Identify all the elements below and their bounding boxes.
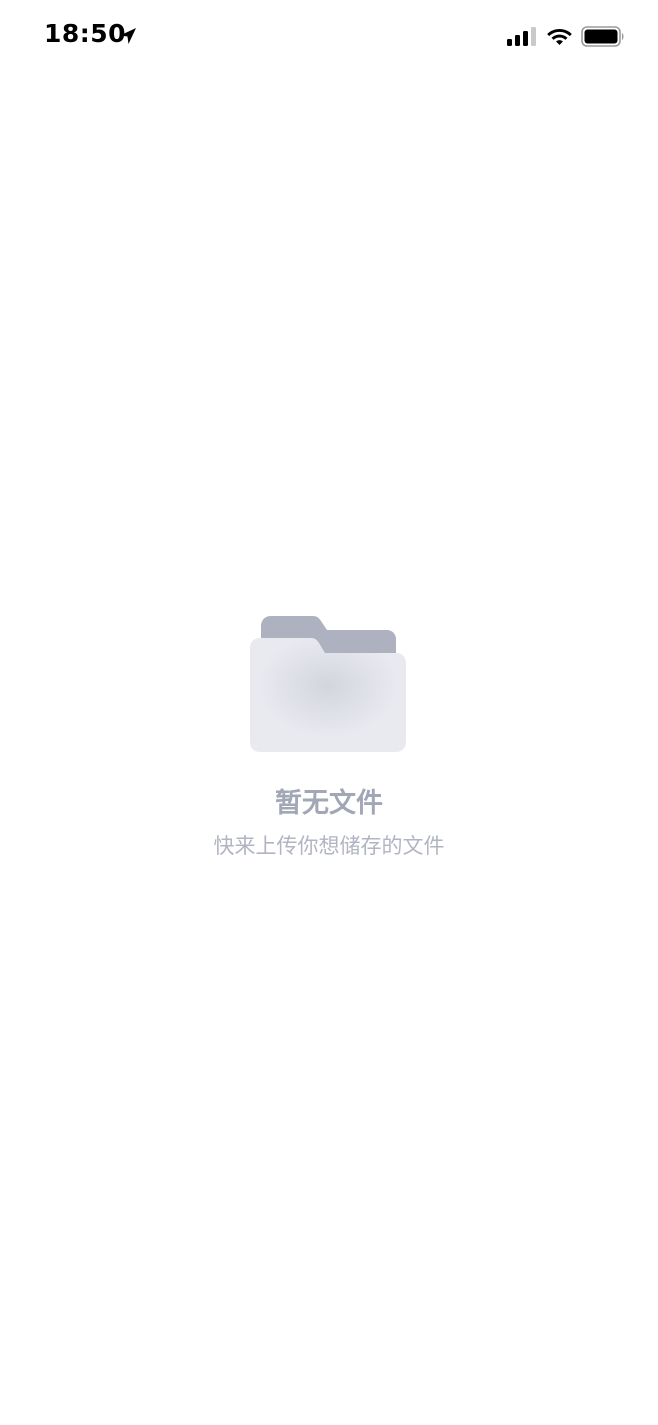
screen: 18:50 暂无文件 快来上传你想储存的文件 [0,0,658,1425]
folder-icon [250,616,406,752]
battery-icon [581,26,624,47]
empty-state-title: 暂无文件 [275,788,383,819]
status-time: 18:50 [44,19,127,48]
status-bar: 18:50 [0,0,658,72]
location-arrow-icon [120,28,136,44]
wifi-icon [547,29,572,45]
empty-state-subtitle: 快来上传你想储存的文件 [213,834,445,858]
empty-state: 暂无文件 快来上传你想储存的文件 [0,608,658,860]
cellular-signal-icon [507,27,536,46]
